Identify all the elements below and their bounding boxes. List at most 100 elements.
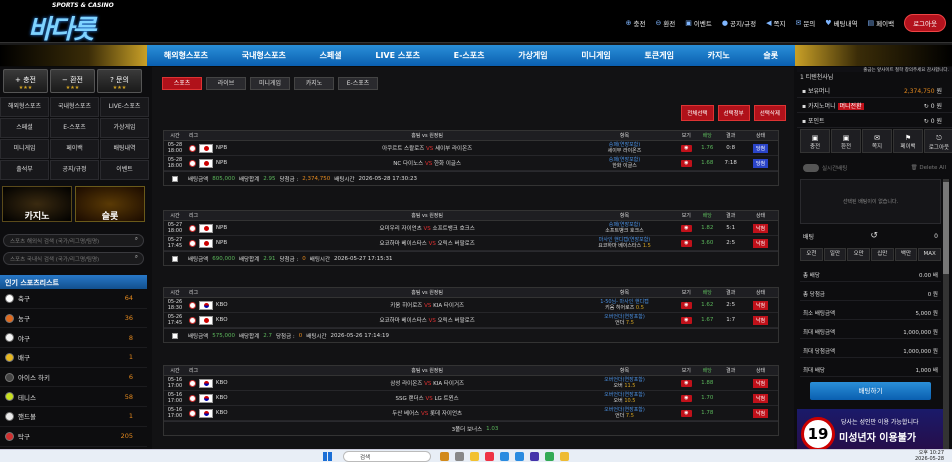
amount-button[interactable]: 일만 (823, 248, 847, 261)
menu-esports[interactable]: E-스포츠 (454, 50, 485, 61)
amount-button[interactable]: MAX (918, 248, 941, 261)
left-menu-item[interactable]: 가상게임 (100, 118, 149, 138)
nav-event[interactable]: ▣ 이벤트 (685, 18, 712, 28)
eye-icon[interactable]: ◉ (680, 409, 692, 417)
search-icon[interactable]: ⌕ (135, 254, 138, 261)
left-menu-item[interactable]: 공지/규정 (50, 160, 99, 180)
nav-notice[interactable]: ● 공지/규정 (722, 18, 756, 28)
select-checkbox[interactable] (172, 332, 178, 339)
nav-deposit[interactable]: ⊕ 충전 (626, 18, 646, 28)
nav-bet-history[interactable]: ♥ 베팅내역 (825, 18, 857, 28)
nav-payback[interactable]: ▤ 페이백 (868, 18, 895, 28)
tab-esports[interactable]: E-스포츠 (338, 77, 378, 90)
eye-icon[interactable]: ◉ (680, 159, 692, 167)
realtime-toggle[interactable] (803, 164, 819, 173)
sport-row[interactable]: 농구 36 (0, 309, 147, 329)
left-menu-item[interactable]: 미니게임 (0, 139, 49, 159)
left-menu-item[interactable]: 스페셜 (0, 118, 49, 138)
menu-minigame[interactable]: 미니게임 (581, 50, 610, 61)
eye-icon[interactable]: ◉ (680, 224, 692, 232)
left-menu-item[interactable]: 해외형스포츠 (0, 97, 49, 117)
payback-button[interactable]: ⚑ 페이백 (893, 129, 923, 153)
tab-minigame[interactable]: 미니게임 (250, 77, 290, 90)
left-menu-item[interactable]: 배팅내역 (100, 139, 149, 159)
search-icon[interactable]: ⌕ (135, 236, 138, 243)
menu-overseas-sports[interactable]: 해외형스포츠 (164, 50, 208, 61)
left-menu-item[interactable]: 국내형스포츠 (50, 97, 99, 117)
slot-banner[interactable]: 슬롯 (75, 186, 145, 222)
sport-row[interactable]: 탁구 205 (0, 427, 147, 447)
menu-casino[interactable]: 카지노 (708, 50, 730, 61)
menu-virtual[interactable]: 가상게임 (518, 50, 547, 61)
menu-domestic-sports[interactable]: 국내형스포츠 (242, 50, 286, 61)
money-convert-badge[interactable]: 머니전환 (837, 103, 864, 110)
quick-withdraw-button[interactable]: − 환전 ★★★ (50, 69, 95, 93)
withdraw-button[interactable]: ▣ 환전 (831, 129, 861, 153)
sport-row[interactable]: 배구 1 (0, 348, 147, 368)
quick-inquiry-button[interactable]: ? 문의 ★★★ (97, 69, 142, 93)
select-checkbox[interactable] (172, 175, 178, 182)
tab-casino[interactable]: 카지노 (294, 77, 334, 90)
deposit-button[interactable]: ▣ 충전 (800, 129, 830, 153)
sport-row[interactable]: 테니스 58 (0, 387, 147, 408)
bet-amount-input[interactable]: 0 (934, 233, 938, 240)
delete-all-button[interactable]: 🗑 Delete All (911, 165, 946, 171)
amount-button[interactable]: 오만 (847, 248, 870, 261)
eye-icon[interactable]: ◉ (680, 239, 692, 247)
scrollbar[interactable] (943, 179, 949, 462)
select-checkbox[interactable] (172, 255, 178, 262)
select-all-button[interactable]: 전체선택 (681, 105, 714, 121)
app-icon[interactable] (500, 452, 509, 461)
sport-row[interactable]: 야구 8 (0, 328, 147, 349)
eye-icon[interactable]: ◉ (680, 394, 692, 402)
sport-row[interactable]: 축구 64 (0, 289, 147, 309)
eye-icon[interactable]: ◉ (680, 379, 692, 387)
menu-live-sports[interactable]: LIVE 스포츠 (375, 50, 420, 61)
select-request-button[interactable]: 선택청부 (717, 105, 750, 121)
nav-message[interactable]: ◀ 쪽지 (766, 18, 785, 28)
app-icon[interactable] (530, 452, 539, 461)
left-menu-item[interactable]: 출석부 (0, 160, 49, 180)
app-icon[interactable] (455, 452, 464, 461)
eye-icon[interactable]: ◉ (680, 301, 692, 309)
eye-icon[interactable]: ◉ (680, 144, 692, 152)
tab-sports[interactable]: 스포츠 (162, 77, 202, 90)
left-menu-item[interactable]: LIVE-스포츠 (100, 97, 149, 117)
app-icon[interactable] (545, 452, 554, 461)
logout-side-button[interactable]: ⎋ 로그아웃 (924, 129, 952, 153)
app-icon[interactable] (515, 452, 524, 461)
refresh-icon[interactable]: ↻ (924, 118, 929, 125)
app-icon[interactable] (440, 452, 449, 461)
left-menu-item[interactable]: E-스포츠 (50, 118, 99, 138)
reset-icon[interactable]: ↺ (870, 231, 878, 241)
domestic-search-input[interactable]: 스포츠 국내식 검색 (국가/리그명/팀명) ⌕ (3, 252, 144, 265)
overseas-search-input[interactable]: 스포츠 해외식 검색 (국가/리그명/팀명) ⌕ (3, 234, 144, 247)
folder-icon[interactable] (470, 452, 479, 461)
site-logo[interactable]: SPORTS & CASINO 바다릇 (22, 2, 122, 45)
chrome-icon[interactable] (485, 452, 494, 461)
place-bet-button[interactable]: 배팅하기 (810, 382, 931, 400)
delete-selected-button[interactable]: 선택삭제 (753, 105, 786, 121)
app-icon[interactable] (560, 452, 569, 461)
sport-row[interactable]: 아이스 하키 6 (0, 368, 147, 388)
taskbar-search[interactable]: 검색 (343, 451, 431, 462)
message-button[interactable]: ✉ 쪽지 (862, 129, 892, 153)
menu-special[interactable]: 스페셜 (320, 50, 342, 61)
menu-token[interactable]: 토큰게임 (644, 50, 673, 61)
scrollbar-thumb[interactable] (943, 182, 949, 274)
logout-button[interactable]: 로그아웃 (904, 14, 946, 32)
clock[interactable]: 오후 10:27 2026-05-28 (915, 450, 944, 462)
menu-slot[interactable]: 슬롯 (763, 50, 778, 61)
windows-start-icon[interactable] (323, 452, 332, 461)
left-menu-item[interactable]: 이벤트 (100, 160, 149, 180)
sport-row[interactable]: 핸드볼 1 (0, 407, 147, 427)
refresh-icon[interactable]: ↻ (924, 103, 929, 110)
quick-deposit-button[interactable]: + 충전 ★★★ (3, 69, 48, 93)
casino-banner[interactable]: 카지노 (2, 186, 72, 222)
nav-withdraw[interactable]: ⊖ 환전 (655, 18, 675, 28)
left-menu-item[interactable]: 페이백 (50, 139, 99, 159)
nav-inquiry[interactable]: ✉ 문의 (795, 18, 815, 28)
eye-icon[interactable]: ◉ (680, 316, 692, 324)
amount-button[interactable]: 오천 (800, 248, 823, 261)
tab-live[interactable]: 라이브 (206, 77, 246, 90)
